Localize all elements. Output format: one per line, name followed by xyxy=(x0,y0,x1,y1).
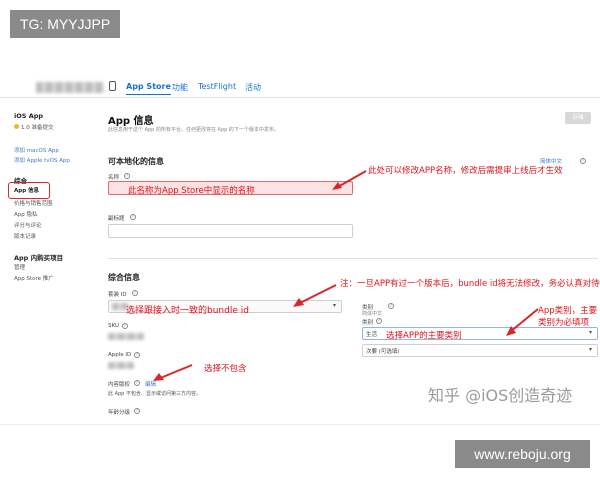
content-rights-value: 此 App 不包含、显示或访问第三方内容。 xyxy=(108,391,201,397)
section-divider xyxy=(108,258,598,259)
tab-app-store[interactable]: App Store xyxy=(126,82,171,95)
content-rights-help-icon[interactable]: ? xyxy=(134,380,140,386)
category-label: 类别 xyxy=(362,320,374,326)
sidebar-item-pricing[interactable]: 价格与销售范围 xyxy=(14,199,53,207)
language-help-icon[interactable]: ? xyxy=(580,158,586,164)
sku-help-icon[interactable]: ? xyxy=(122,323,128,329)
bundle-field-note: 选择跟接入时一致的bundle id xyxy=(126,306,249,316)
primary-category-value: 生活 xyxy=(366,332,378,338)
sidebar-add-tvos[interactable]: 添加 Apple tvOS App xyxy=(14,156,70,164)
name-side-note: 此处可以修改APP名称，修改后需提审上线后才生效 xyxy=(368,166,563,176)
general-info-heading: 综合信息 xyxy=(108,273,140,282)
app-name-blurred xyxy=(36,82,104,93)
name-field-note: 此名称为App Store中显示的名称 xyxy=(128,186,255,196)
sidebar-item-history[interactable]: 版本记录 xyxy=(14,232,36,240)
sidebar-add-macos[interactable]: 添加 macOS App xyxy=(14,146,59,154)
secondary-chevron-icon: ▾ xyxy=(589,346,593,353)
status-dot xyxy=(14,124,19,129)
bundle-side-note: 注：一旦APP有过一个版本后，bundle id将无法修改，务必认真对待 xyxy=(340,279,600,289)
tab-testflight[interactable]: TestFlight xyxy=(198,82,236,91)
apple-id-blurred xyxy=(108,362,134,369)
sidebar-item-manage[interactable]: 管理 xyxy=(14,263,25,271)
category-help-icon[interactable]: ? xyxy=(388,303,394,309)
tab-features[interactable]: 功能 xyxy=(172,82,188,93)
watermark-top-left: TG: MYYJJPP xyxy=(10,10,121,38)
page-subtitle: 此信息用于这个 App 的所有平台。任何更改将在 App 的下一个版本中发布。 xyxy=(108,127,279,133)
header-divider xyxy=(0,97,600,98)
primary-chevron-icon: ▾ xyxy=(589,329,593,336)
page-title: App 信息 xyxy=(108,116,154,127)
tab-activity[interactable]: 活动 xyxy=(245,82,261,93)
secondary-category-value: 次要 (可选填) xyxy=(366,349,400,355)
sku-label: SKU xyxy=(108,323,119,329)
subtitle-label: 副标题 xyxy=(108,216,125,222)
sidebar-item-privacy[interactable]: App 隐私 xyxy=(14,210,38,218)
subtitle-input[interactable] xyxy=(108,224,353,238)
category-side-note: App类别，主要类别为必填项 xyxy=(538,306,598,328)
sidebar-platform: iOS App xyxy=(14,112,44,120)
name-help-icon[interactable]: ? xyxy=(124,173,130,179)
sidebar-version-status[interactable]: 1.0 准备提交 xyxy=(21,123,54,131)
category-arrow xyxy=(506,308,539,336)
sku-blurred xyxy=(108,333,144,340)
category-lang: 简体中文 xyxy=(362,311,383,317)
sidebar-item-ratings[interactable]: 评分与评论 xyxy=(14,221,42,229)
content-arrow xyxy=(153,364,193,381)
category-field-note: 选择APP的主要类别 xyxy=(386,331,462,341)
name-arrow xyxy=(332,170,367,190)
subtitle-help-icon[interactable]: ? xyxy=(130,214,136,220)
save-button[interactable]: 存储 xyxy=(565,112,591,124)
age-rating-label: 年龄分级 xyxy=(108,410,131,416)
zhihu-watermark: 知乎 @iOS创造奇迹 xyxy=(428,386,573,405)
content-rights-label: 内容版权 xyxy=(108,382,131,388)
sidebar-item-promotion[interactable]: App Store 推广 xyxy=(14,274,54,282)
category-label-help-icon[interactable]: ? xyxy=(376,318,382,324)
name-label: 名称 xyxy=(108,175,120,181)
sidebar-iap-heading: App 内购买项目 xyxy=(14,254,64,262)
app-icon xyxy=(109,81,116,91)
bundle-id-label: 套装 ID xyxy=(108,292,127,298)
apple-id-help-icon[interactable]: ? xyxy=(134,352,140,358)
apple-id-label: Apple ID xyxy=(108,352,132,358)
localizable-heading: 可本地化的信息 xyxy=(108,157,164,166)
watermark-bottom-right: www.reboju.org xyxy=(455,440,590,468)
footer-divider xyxy=(0,424,600,425)
bundle-id-help-icon[interactable]: ? xyxy=(132,290,138,296)
age-rating-help-icon[interactable]: ? xyxy=(134,408,140,414)
bundle-arrow xyxy=(293,284,337,307)
content-note: 选择不包含 xyxy=(204,364,247,374)
sidebar-item-app-info[interactable]: App 信息 xyxy=(14,186,39,194)
